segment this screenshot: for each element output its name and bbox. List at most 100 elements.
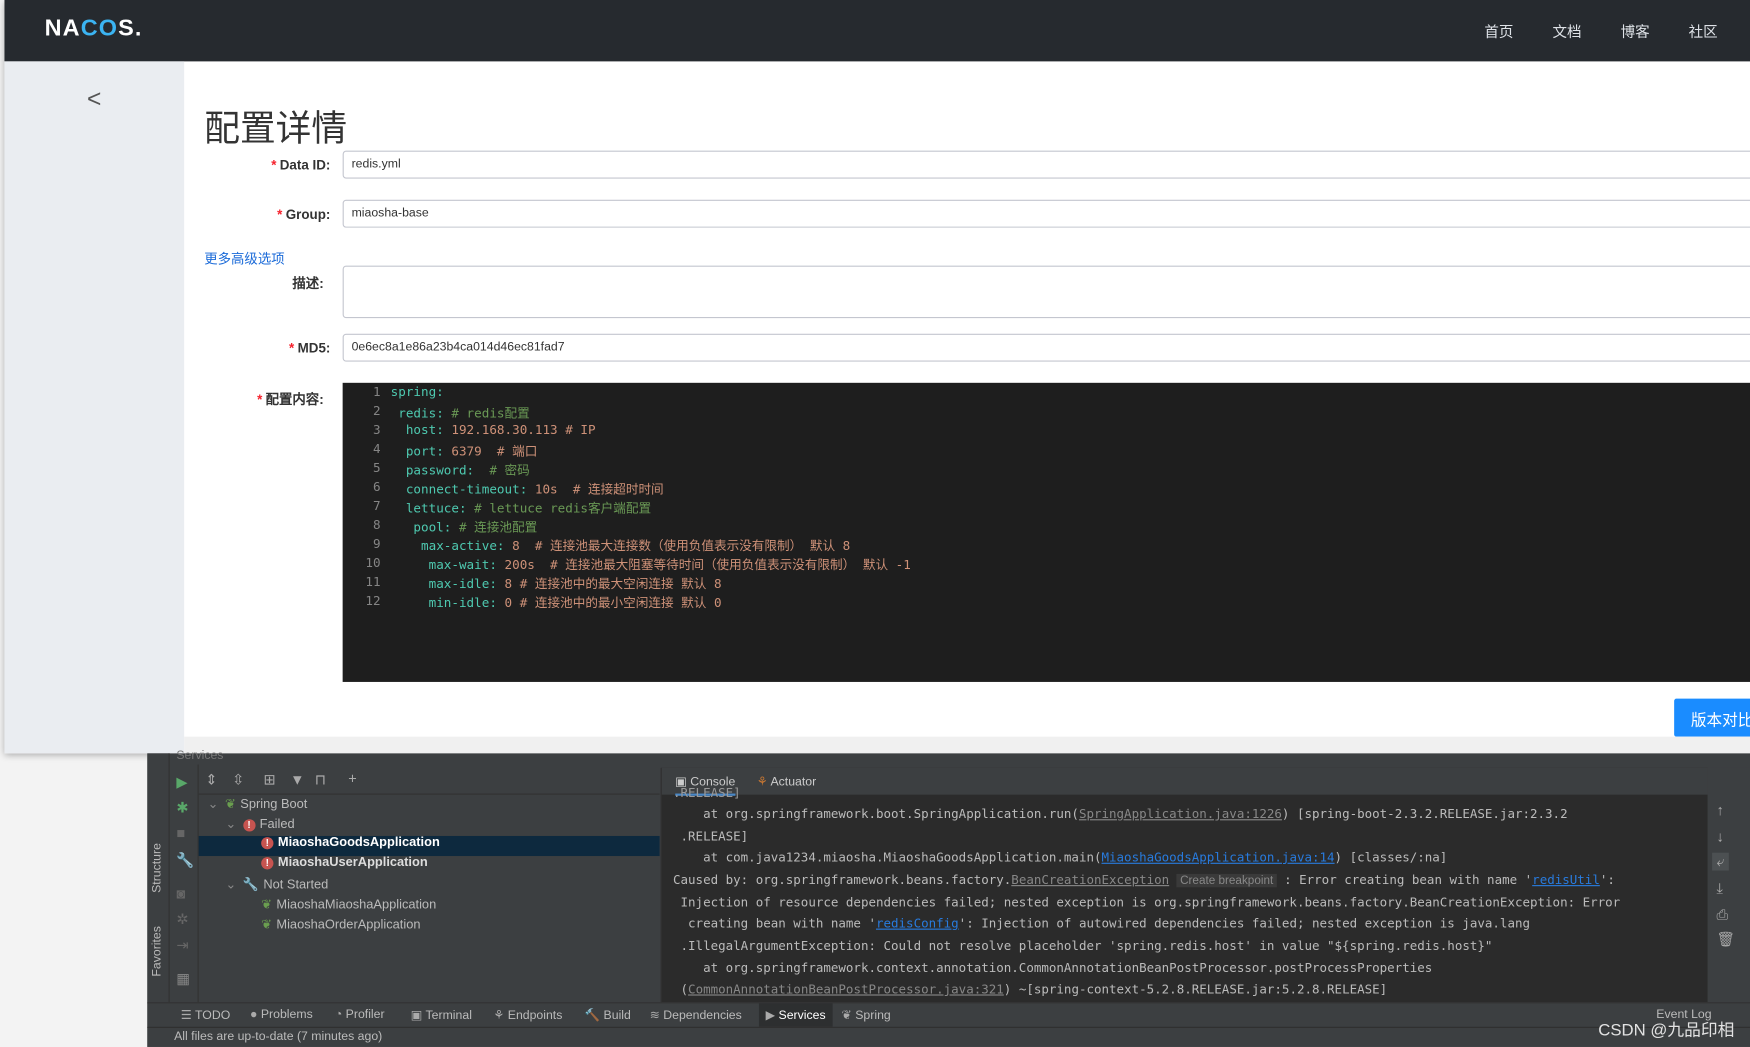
group-field[interactable]: miaosha-base xyxy=(342,199,1750,228)
spring-boot-icon: ❦ xyxy=(261,898,272,912)
group-icon[interactable]: ⊞ xyxy=(263,771,275,789)
tool-tab-icon: ⚘ xyxy=(493,1008,505,1023)
source-link[interactable]: MiaoshaGoodsApplication.java:14 xyxy=(1102,850,1335,865)
nav-blog[interactable]: 博客 xyxy=(1621,20,1650,41)
attach-icon[interactable]: ⇥ xyxy=(176,936,188,954)
filter-icon[interactable]: ▼ xyxy=(290,771,304,788)
services-toolbar: ▶ ✱ ■ 🔧 ◙ ✲ ⇥ ▦ xyxy=(170,764,199,1003)
console-line: at org.springframework.context.annotatio… xyxy=(673,960,1433,976)
layout-icon[interactable]: ▦ xyxy=(176,970,190,988)
tree-item[interactable]: ⌄ ❦ Spring Boot xyxy=(199,796,660,816)
expand-all-icon[interactable]: ⇕ xyxy=(205,771,217,789)
nav-home[interactable]: 首页 xyxy=(1484,20,1513,41)
nav-docs[interactable]: 文档 xyxy=(1552,20,1581,41)
ide-services-panel: Services Structure Favorites ▶ ✱ ■ 🔧 ◙ ✲… xyxy=(147,749,1750,1047)
wrench-icon[interactable]: 🔧 xyxy=(176,852,194,870)
tree-item[interactable]: ❦ MiaoshaOrderApplication xyxy=(199,916,660,936)
line-number: 11 xyxy=(365,574,381,590)
tree-item[interactable]: ! MiaoshaUserApplication xyxy=(199,856,660,876)
tool-tab-dependencies[interactable]: ≋ Dependencies xyxy=(649,1008,742,1023)
scroll-up-icon[interactable]: ↑ xyxy=(1717,801,1724,818)
favorites-tab[interactable]: Favorites xyxy=(151,926,164,977)
chevron-down-icon[interactable]: ⌄ xyxy=(208,798,219,811)
tool-tab-profiler[interactable]: ◔ Profiler xyxy=(335,1008,385,1021)
tool-tab-icon: ☰ xyxy=(180,1008,192,1023)
scroll-to-end-icon[interactable]: ⤓ xyxy=(1717,879,1723,897)
print-icon[interactable]: ⎙ xyxy=(1717,906,1729,924)
spring-boot-icon: ❦ xyxy=(225,798,236,812)
md5-label: * MD5: xyxy=(289,340,331,357)
tree-item-label: MiaoshaUserApplication xyxy=(277,856,428,870)
error-icon: ! xyxy=(261,857,274,870)
clear-icon[interactable]: 🗑 xyxy=(1717,931,1735,949)
tool-tab-problems[interactable]: ● Problems xyxy=(250,1008,313,1021)
tool-tab-icon: ● xyxy=(250,1007,258,1022)
spring-boot-icon: ❦ xyxy=(261,918,272,932)
bean-link[interactable]: redisUtil xyxy=(1532,873,1600,888)
page-title: 配置详情 xyxy=(204,108,348,149)
tool-tab-build[interactable]: 🔨 Build xyxy=(584,1008,631,1023)
structure-tab[interactable]: Structure xyxy=(151,843,164,893)
new-tab-icon[interactable]: ⊓ xyxy=(315,771,326,789)
bug-icon[interactable]: ✲ xyxy=(176,911,188,929)
services-title: Services xyxy=(176,748,224,763)
camera-icon[interactable]: ◙ xyxy=(176,885,185,902)
code-line: password: # 密码 xyxy=(405,463,530,478)
tool-tab-services[interactable]: ▶ Services xyxy=(758,1003,833,1027)
collapse-all-icon[interactable]: ⇳ xyxy=(232,771,244,789)
tool-tab-icon: ≋ xyxy=(649,1008,660,1023)
data-id-field[interactable]: redis.yml xyxy=(342,150,1750,179)
tree-item[interactable]: ❦ MiaoshaMiaoshaApplication xyxy=(199,896,660,916)
tree-item[interactable]: ⌄! Failed xyxy=(199,816,660,836)
stop-icon[interactable]: ■ xyxy=(176,825,185,842)
debug-icon[interactable]: ✱ xyxy=(176,799,188,817)
tree-item-label: Not Started xyxy=(263,878,329,892)
md5-field[interactable]: 0e6ec8a1e86a23b4ca014d46ec81fad7 xyxy=(342,333,1750,362)
console-line: at org.springframework.boot.SpringApplic… xyxy=(673,806,1568,822)
back-chevron-icon[interactable]: < xyxy=(87,85,101,114)
bean-link[interactable]: redisConfig xyxy=(876,916,959,931)
tree-item-label: MiaoshaMiaoshaApplication xyxy=(276,898,437,912)
soft-wrap-icon[interactable]: ⤶ xyxy=(1712,852,1730,871)
code-line: max-idle: 8 # 连接池中的最大空闲连接 默认 8 xyxy=(428,577,722,592)
horizontal-scrollbar[interactable] xyxy=(184,736,1750,754)
tree-item-label: Spring Boot xyxy=(240,798,308,812)
run-icon[interactable]: ▶ xyxy=(176,773,187,791)
console-tabs: ▣ Console ⚘ Actuator xyxy=(661,767,1709,796)
description-field[interactable] xyxy=(342,265,1750,319)
line-number: 2 xyxy=(372,404,381,419)
nav-community[interactable]: 社区 xyxy=(1689,20,1718,41)
compare-version-button[interactable]: 版本对比 xyxy=(1674,698,1750,737)
tool-tab-terminal[interactable]: ▣ Terminal xyxy=(411,1008,472,1022)
chevron-down-icon[interactable]: ⌄ xyxy=(225,878,236,891)
code-editor[interactable]: 1 spring: 2 redis: # redis配置 3 host: 192.16… xyxy=(342,382,1750,682)
scroll-down-icon[interactable]: ↓ xyxy=(1717,828,1724,845)
tab-actuator[interactable]: ⚘ Actuator xyxy=(757,775,816,789)
console-line: at com.java1234.miaosha.MiaoshaGoodsAppl… xyxy=(673,850,1448,865)
exception-link[interactable]: BeanCreationException xyxy=(1011,873,1169,888)
create-breakpoint-hint[interactable]: Create breakpoint xyxy=(1176,873,1277,888)
code-line: max-active: 8 # 连接池最大连接数（使用负值表示没有限制） 默认 … xyxy=(421,539,851,554)
tool-tab-todo[interactable]: ☰ TODO xyxy=(180,1008,230,1023)
wrench-icon: 🔧 xyxy=(242,878,259,892)
code-line: redis: # redis配置 xyxy=(398,406,530,421)
nacos-logo[interactable]: NACOS. xyxy=(45,16,143,43)
tool-tab-endpoints[interactable]: ⚘ Endpoints xyxy=(493,1008,562,1023)
tree-item[interactable]: ⌄ 🔧 Not Started xyxy=(199,876,660,896)
tool-tab-icon: ▶ xyxy=(765,1008,776,1023)
watermark: CSDN @九品印相 xyxy=(1598,1021,1735,1041)
browser-page: NACOS. 首页 文档 博客 社区 < 配置详情 * Data ID: redi… xyxy=(4,0,1750,754)
chevron-down-icon[interactable]: ⌄ xyxy=(225,818,236,831)
source-link[interactable]: SpringApplication.java:1226 xyxy=(1079,807,1282,822)
add-icon[interactable]: + xyxy=(348,770,356,787)
console-line: .RELEASE] xyxy=(673,785,741,801)
console-line: .RELEASE] xyxy=(673,829,749,844)
tool-tab-icon: 🔨 xyxy=(584,1008,601,1023)
more-options-link[interactable]: 更多高级选项 xyxy=(204,249,284,268)
tree-item[interactable]: ! MiaoshaGoodsApplication xyxy=(198,835,660,857)
group-label: * Group: xyxy=(277,206,331,223)
line-number: 9 xyxy=(372,536,381,552)
source-link[interactable]: CommonAnnotationBeanPostProcessor.java:3… xyxy=(688,982,1004,997)
tool-tab-spring[interactable]: ❦ Spring xyxy=(842,1008,891,1022)
line-number: 6 xyxy=(372,479,381,495)
